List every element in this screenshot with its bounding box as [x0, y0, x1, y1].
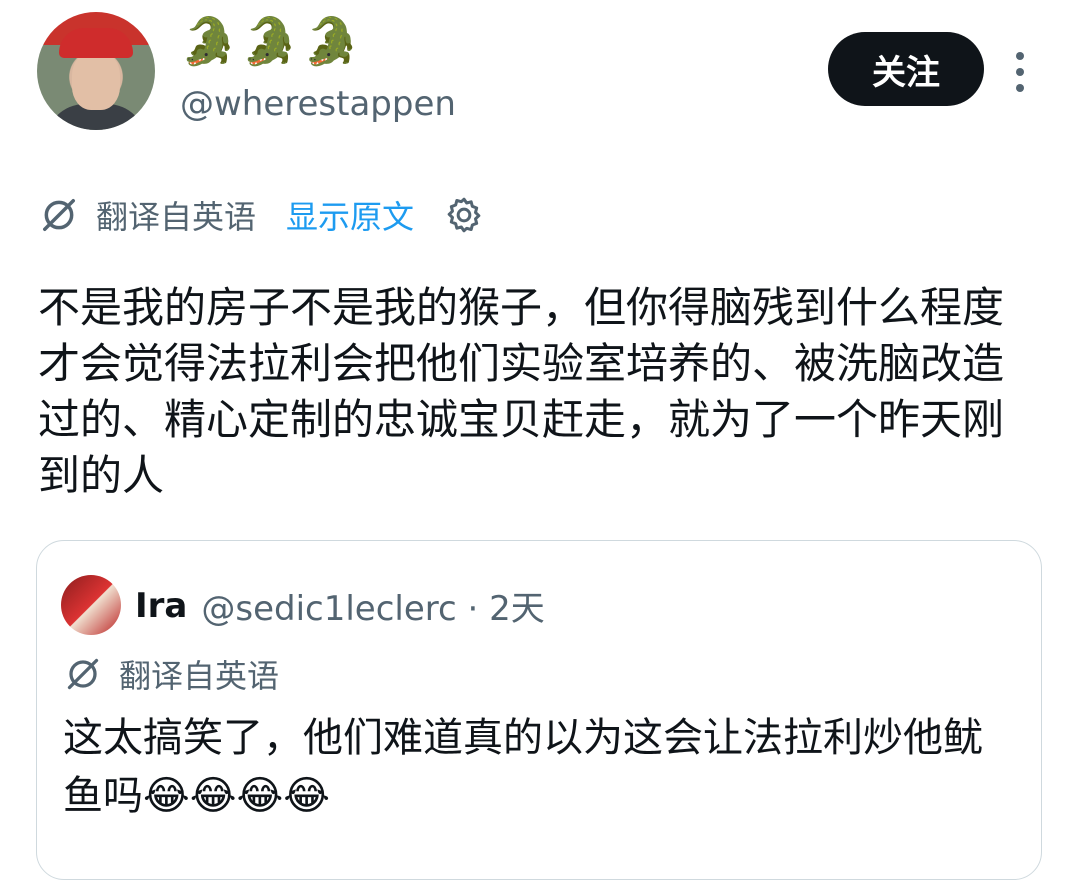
show-original-link[interactable]: 显示原文 — [286, 192, 414, 238]
quoted-tweet[interactable]: Ira @sedic1leclerc · 2天 翻译自英语 这太搞笑了，他们难道… — [36, 540, 1042, 880]
avatar-face — [72, 52, 120, 110]
more-dot — [1016, 84, 1024, 92]
translated-from-label: 翻译自英语 — [96, 198, 257, 236]
author-display-name[interactable]: 🐊🐊🐊 — [180, 14, 364, 68]
avatar-cap — [59, 28, 133, 58]
translation-row: 翻译自英语 显示原文 — [40, 190, 484, 240]
more-icon[interactable] — [1008, 52, 1032, 92]
gear-icon[interactable] — [444, 195, 484, 235]
quoted-author-avatar[interactable] — [61, 575, 121, 635]
quoted-author-handle-time[interactable]: @sedic1leclerc · 2天 — [201, 581, 544, 630]
author-handle[interactable]: @wherestappen — [180, 84, 456, 124]
quoted-tweet-header: Ira @sedic1leclerc · 2天 — [135, 581, 545, 630]
quoted-translation-row: 翻译自英语 — [65, 651, 279, 697]
translate-icon — [43, 199, 75, 231]
translate-icon — [67, 658, 99, 690]
quoted-author-name[interactable]: Ira — [135, 586, 187, 626]
more-dot — [1016, 68, 1024, 76]
more-dot — [1016, 52, 1024, 60]
author-avatar[interactable] — [37, 12, 155, 130]
quoted-translated-from-label: 翻译自英语 — [119, 657, 280, 695]
quoted-tweet-text: 这太搞笑了，他们难道真的以为这会让法拉利炒他鱿鱼吗😂😂😂😂 — [63, 715, 983, 819]
follow-button[interactable]: 关注 — [828, 32, 984, 106]
tweet-text: 不是我的房子不是我的猴子，但你得脑残到什么程度才会觉得法拉利会把他们实验室培养的… — [38, 283, 1005, 500]
